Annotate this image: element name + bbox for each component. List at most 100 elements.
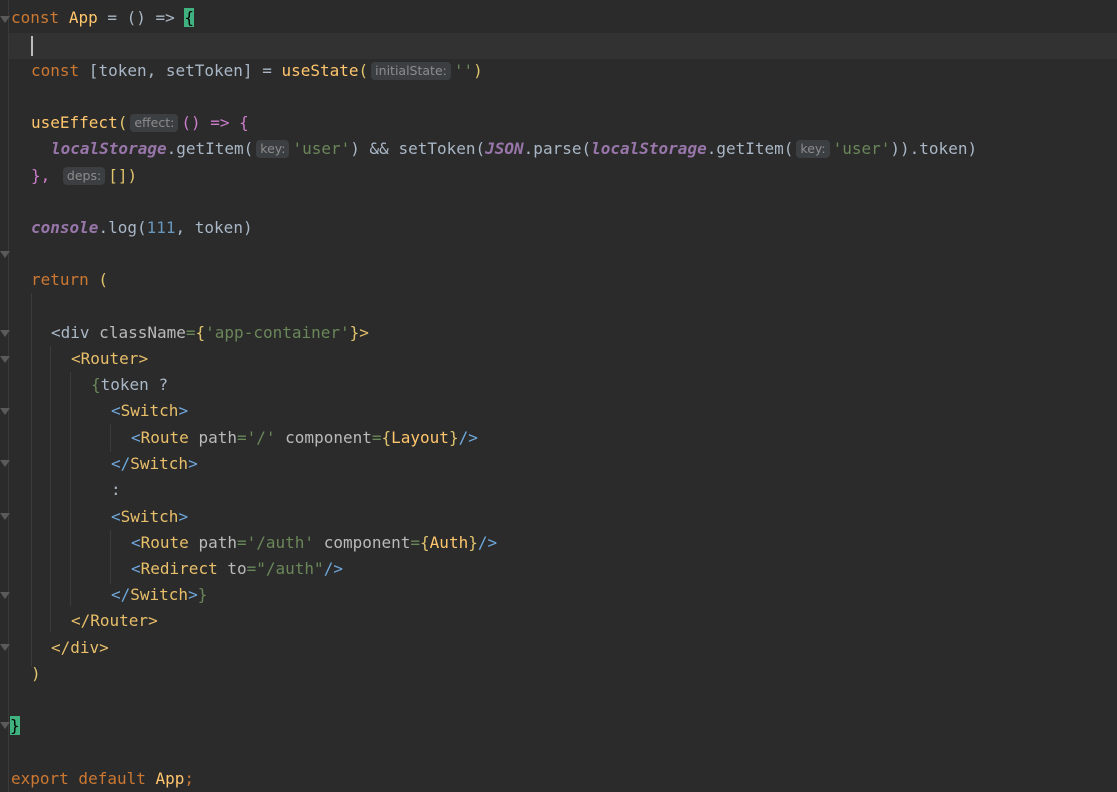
method-call: .parse( [523, 139, 592, 158]
code-line: {token ? [91, 372, 168, 398]
arrow-function: () => { [181, 113, 249, 132]
attribute-name: component [314, 533, 411, 552]
method-call: .log( [98, 218, 147, 237]
parameter-hint: key: [256, 140, 290, 158]
component-ref: Layout [391, 428, 449, 447]
code-line: export default App; [11, 766, 194, 792]
fold-marker-icon[interactable] [0, 356, 10, 363]
string-literal: '/auth' [246, 533, 315, 552]
brace: } [448, 428, 459, 447]
tag-name: Redirect [140, 559, 218, 578]
string-literal: '/' [246, 428, 276, 447]
attribute-name: component [275, 428, 372, 447]
tag-bracket: </ [111, 585, 131, 604]
tag-name: Route [140, 428, 189, 447]
tag-bracket: /> [477, 533, 498, 552]
parameter-hint: deps: [62, 167, 106, 185]
code-line: <Route path='/' component={Layout}/> [131, 425, 478, 451]
keyword: export default [11, 769, 146, 788]
brace: { [195, 323, 206, 342]
tag-bracket: </ [51, 638, 71, 657]
code-line: </Switch> [111, 451, 198, 477]
string-literal: "/auth" [256, 559, 324, 578]
tag-bracket: > [138, 349, 149, 368]
tag-bracket: > [148, 611, 158, 630]
brace: { [420, 533, 430, 552]
fold-marker-icon[interactable] [0, 644, 10, 651]
fold-marker-icon[interactable] [0, 408, 10, 415]
paren: ( [117, 113, 128, 132]
tag-name: Route [140, 533, 189, 552]
tag-bracket: /> [458, 428, 478, 447]
tag-name: Router [80, 349, 139, 368]
code-line: <Switch> [111, 504, 188, 530]
operator: = [236, 533, 247, 552]
current-line-highlight [9, 33, 1117, 59]
code-line: <Route path='/auth' component={Auth}/> [131, 530, 497, 556]
indent-guide [50, 346, 51, 632]
tag-bracket: < [71, 349, 81, 368]
tag-bracket: </ [111, 454, 131, 473]
tag-bracket: < [131, 533, 141, 552]
global-object: console [31, 218, 99, 237]
attribute-name: className [89, 323, 186, 342]
attribute-name: path [188, 533, 237, 552]
indent-guide [110, 530, 111, 584]
operator: = () => [97, 8, 185, 27]
matched-brace: { [184, 8, 195, 27]
code-editor[interactable]: const App = () => { const [token, setTok… [0, 0, 1117, 792]
method-call: .getItem( [706, 139, 794, 158]
tag-bracket: > [188, 454, 198, 473]
fold-marker-icon[interactable] [0, 513, 10, 520]
paren: ( [358, 61, 369, 80]
code-line: <Redirect to="/auth"/> [131, 556, 343, 582]
text-caret [31, 36, 33, 56]
parameter-hint: effect: [130, 114, 179, 132]
closing-brace: }, [31, 166, 51, 185]
fold-marker-icon[interactable] [0, 592, 10, 599]
tag-bracket: < [131, 428, 141, 447]
operator: = [185, 323, 196, 342]
code-line: }, deps:[]) [31, 163, 137, 189]
code-line: </Switch>} [111, 582, 207, 608]
code-line: <Switch> [111, 398, 188, 424]
global-object: localStorage [51, 139, 167, 158]
code-line: localStorage.getItem(key:'user') && setT… [51, 136, 977, 162]
ternary-colon: : [111, 480, 121, 499]
indent-guide [31, 293, 32, 667]
number-literal: 111 [146, 218, 176, 237]
tag-bracket: < [111, 401, 121, 420]
keyword: const [11, 8, 60, 27]
fold-marker-icon[interactable] [0, 460, 10, 467]
method-call: .getItem( [166, 139, 254, 158]
code-line: ) [31, 661, 41, 687]
tag-bracket: < [51, 323, 61, 342]
operator: = [371, 428, 382, 447]
tag-name: div [70, 638, 100, 657]
code-line: } [10, 713, 20, 739]
paren: ) [31, 664, 41, 683]
function-call: useState [281, 61, 359, 80]
code-line: return ( [31, 267, 108, 293]
tag-bracket: /> [323, 559, 343, 578]
code-text: )).token) [890, 139, 978, 158]
paren: ) [473, 61, 483, 80]
code-text: , token) [175, 218, 253, 237]
tag-bracket: > [188, 585, 198, 604]
string-literal: 'user' [832, 139, 891, 158]
string-literal: 'app-container' [205, 323, 350, 342]
identifier: App [68, 8, 98, 27]
code-line: const App = () => { [11, 5, 195, 31]
tag-bracket: > [99, 638, 109, 657]
fold-marker-icon[interactable] [0, 16, 10, 23]
fold-marker-icon[interactable] [0, 251, 10, 258]
matched-brace: } [10, 716, 20, 735]
indent-guide [70, 372, 71, 606]
brace: } [349, 323, 360, 342]
code-line: : [111, 477, 121, 503]
tag-bracket: < [111, 507, 121, 526]
fold-marker-icon[interactable] [0, 330, 10, 337]
tag-bracket: > [178, 507, 189, 526]
global-object: localStorage [591, 139, 707, 158]
fold-marker-icon[interactable] [0, 722, 10, 729]
